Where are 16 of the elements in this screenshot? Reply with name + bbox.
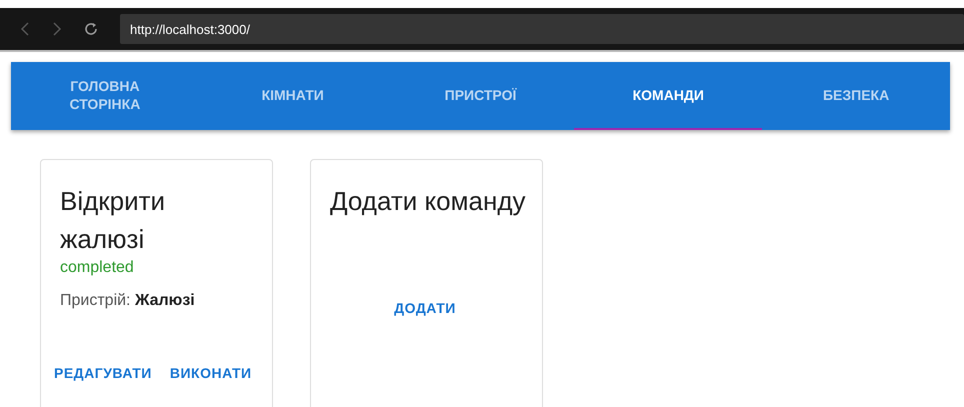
action-button[interactable]: ВИКОНАТИ xyxy=(170,365,252,381)
card-title: Додати команду xyxy=(330,185,526,218)
forward-icon[interactable] xyxy=(52,22,62,36)
add-button[interactable]: ДОДАТИ xyxy=(394,300,456,316)
device-text: Пристрій: Жалюзі xyxy=(60,292,196,310)
card-title: Відкрити жалюзі xyxy=(60,185,166,256)
nav-tab[interactable]: ПРИСТРОЇ xyxy=(386,62,574,130)
address-field[interactable]: http://localhost:3000/ xyxy=(120,14,964,44)
reload-icon[interactable] xyxy=(84,22,98,36)
nav-tab[interactable]: КОМАНДИ xyxy=(574,62,762,130)
status-text: completed xyxy=(60,258,135,278)
nav-tab[interactable]: ГОЛОВНА СТОРІНКА xyxy=(11,62,199,130)
action-button[interactable]: РЕДАГУВАТИ xyxy=(54,365,152,381)
nav-tab[interactable]: КІМНАТИ xyxy=(198,62,387,130)
nav-tab[interactable]: БЕЗПЕКА xyxy=(762,62,950,130)
back-icon[interactable] xyxy=(20,22,30,36)
